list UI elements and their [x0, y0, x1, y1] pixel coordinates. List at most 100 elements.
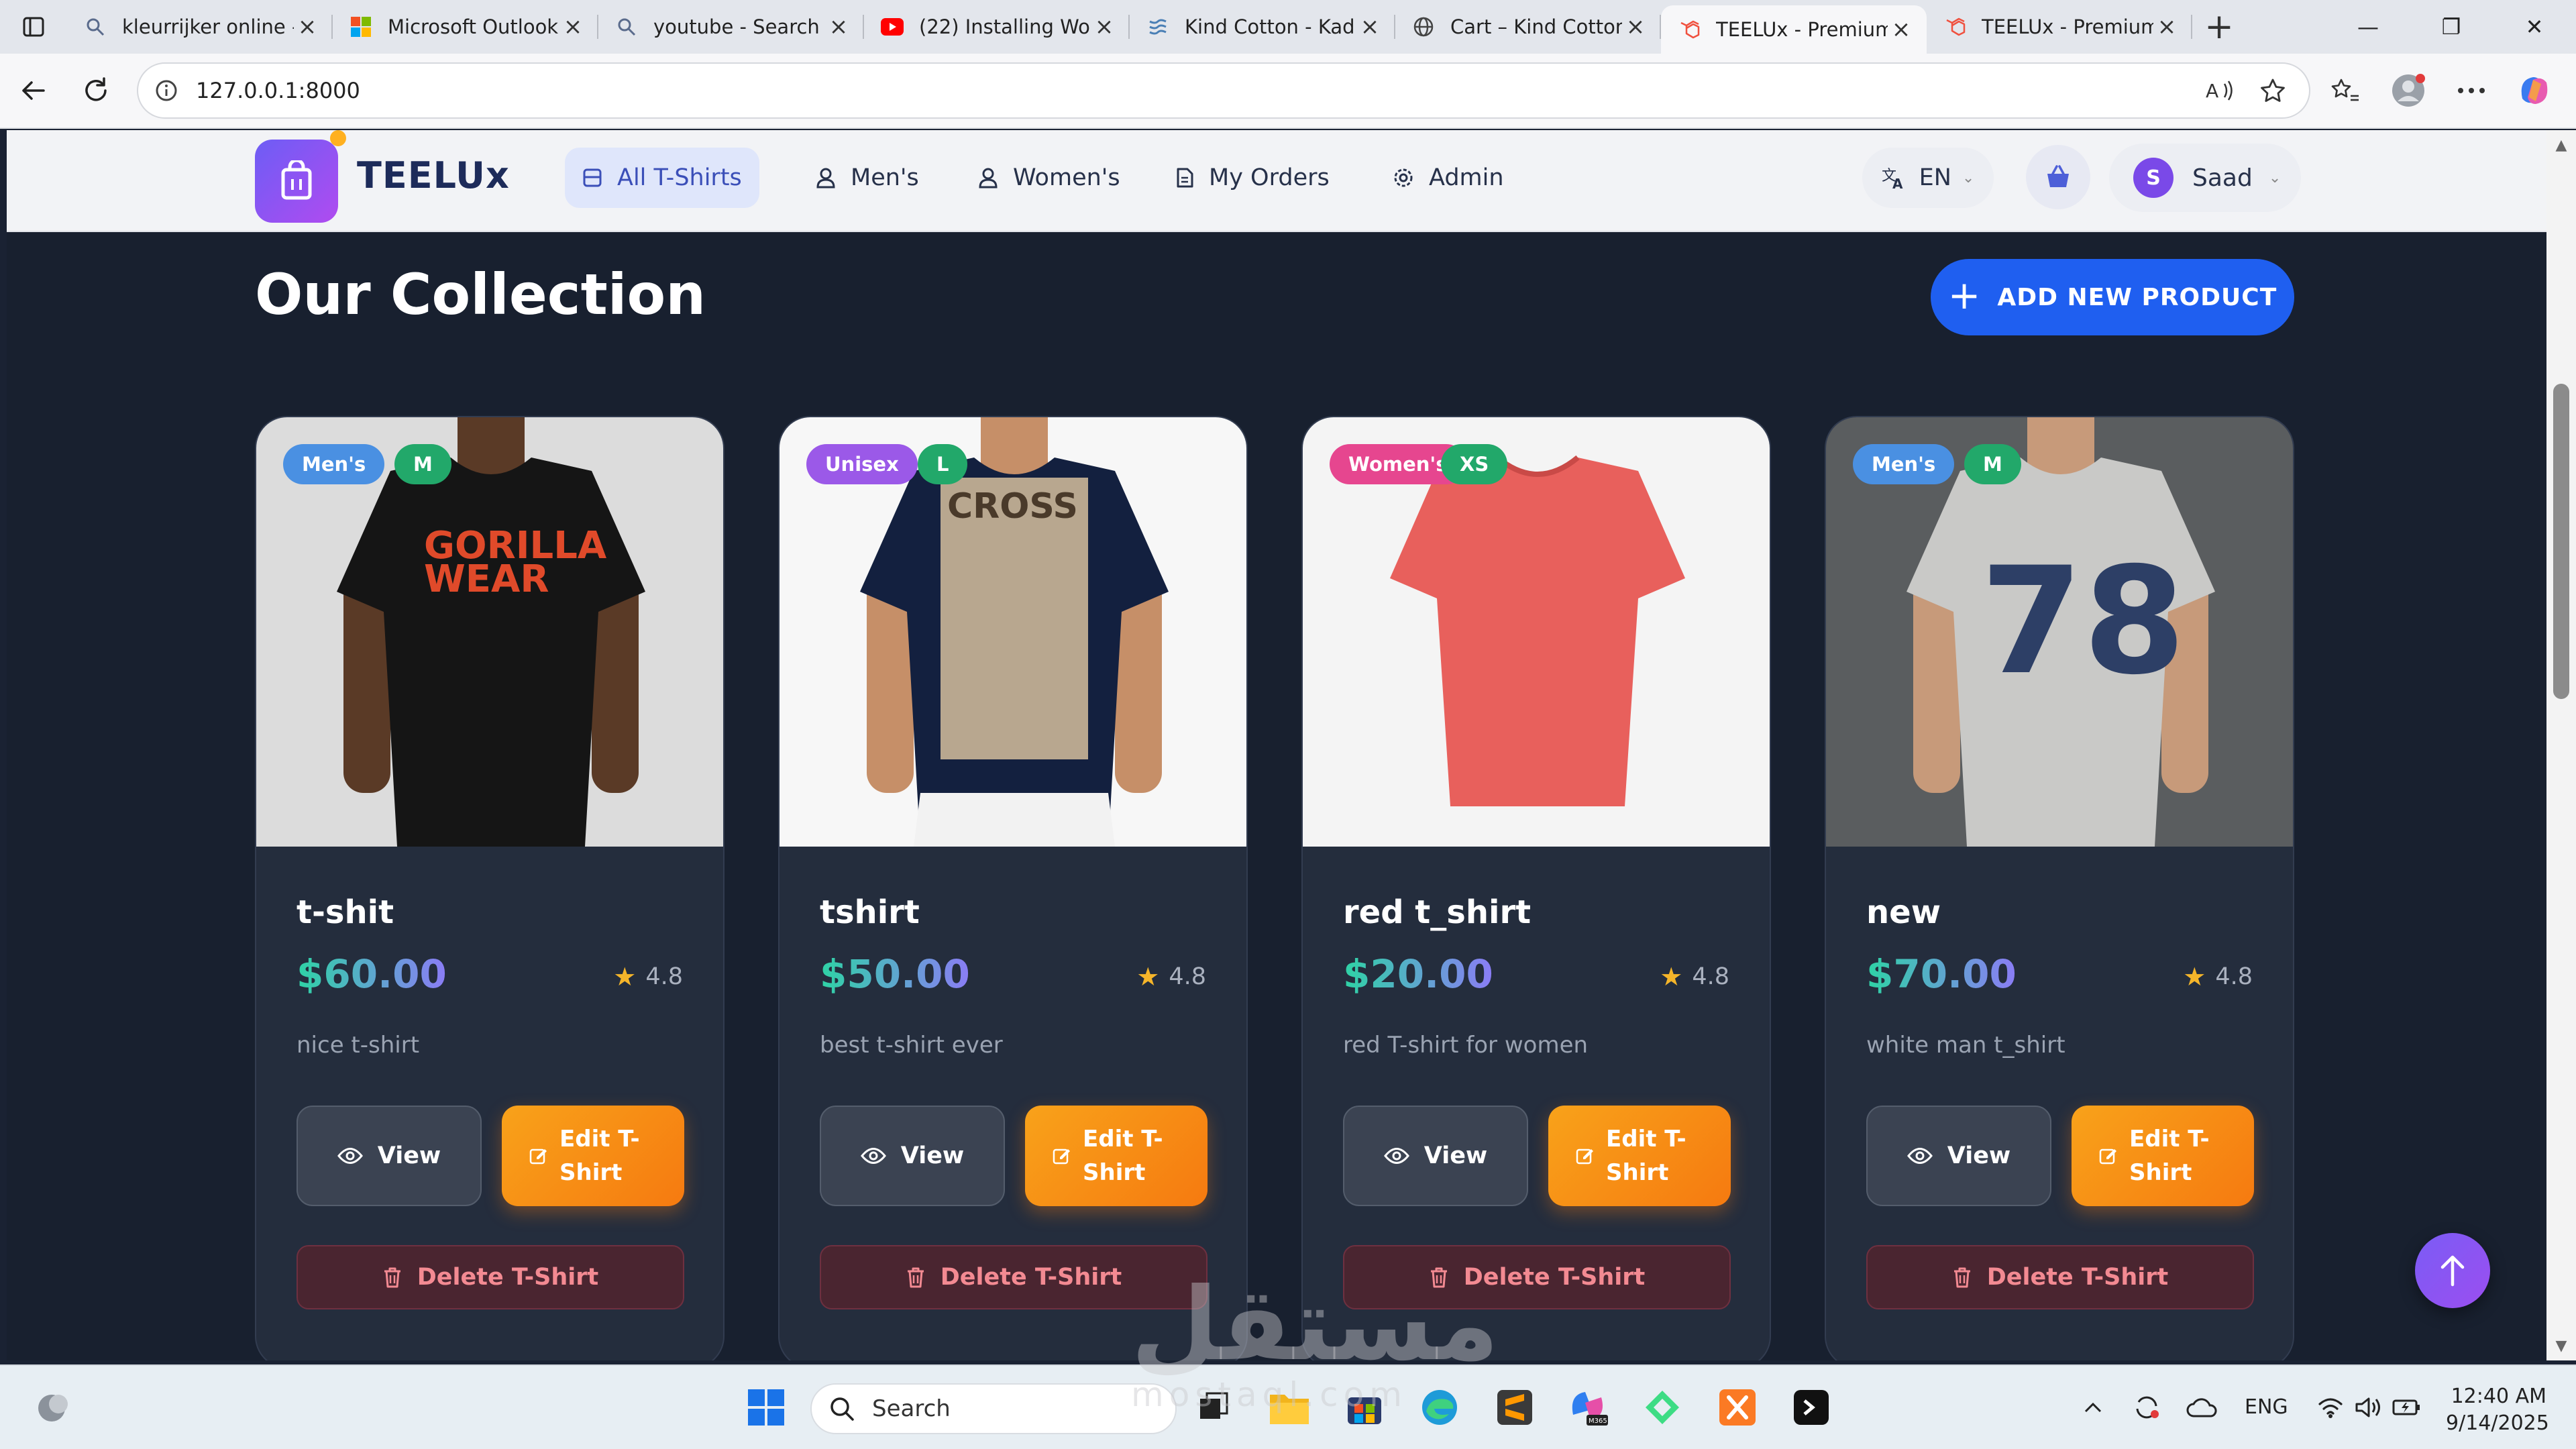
nav-mens-label: Men's — [851, 164, 919, 191]
xampp-app[interactable] — [1715, 1385, 1760, 1430]
onedrive-icon[interactable] — [2179, 1385, 2224, 1430]
copilot-button[interactable] — [2506, 62, 2563, 119]
scroll-up-arrow-icon[interactable]: ▲ — [2546, 130, 2576, 160]
system-clock[interactable]: 12:40 AM 9/14/2025 — [2446, 1383, 2549, 1437]
browser-tab[interactable]: TEELUx - Premium × — [1927, 0, 2192, 54]
close-tab-icon[interactable]: × — [1622, 13, 1649, 40]
address-bar[interactable]: 127.0.0.1:8000 A — [137, 62, 2310, 119]
minimize-button[interactable]: — — [2326, 0, 2410, 54]
cart-button[interactable] — [2026, 145, 2090, 209]
scroll-down-arrow-icon[interactable]: ▼ — [2546, 1331, 2576, 1360]
laravel-favicon-icon — [1946, 17, 1966, 36]
browser-tab[interactable]: Microsoft Outlook × — [333, 0, 598, 54]
edit-tshirt-button[interactable]: Edit T-Shirt — [502, 1106, 684, 1206]
scroll-to-top-button[interactable] — [2415, 1233, 2490, 1308]
close-tab-icon[interactable]: × — [1091, 13, 1118, 40]
scroll-thumb[interactable] — [2553, 384, 2569, 699]
tab-title: TEELUx - Premium — [1982, 15, 2153, 38]
terminal-icon — [1794, 1390, 1829, 1425]
edit-tshirt-button[interactable]: Edit T-Shirt — [2072, 1106, 2254, 1206]
nav-admin[interactable]: Admin — [1375, 148, 1521, 208]
delete-button-label: Delete T-Shirt — [417, 1264, 599, 1291]
product-price: $60.00 — [297, 951, 447, 997]
m365-copilot-app[interactable]: M365 — [1566, 1385, 1611, 1430]
more-dots-icon — [2458, 88, 2485, 93]
close-tab-icon[interactable]: × — [2153, 13, 2180, 40]
tab-favicon — [83, 15, 107, 39]
brand-logo[interactable] — [255, 140, 338, 223]
browser-tab[interactable]: Kind Cotton - Kad × — [1130, 0, 1395, 54]
android-studio-app[interactable] — [1640, 1385, 1685, 1430]
rating-value: 4.8 — [645, 963, 683, 990]
site-info-icon — [156, 80, 177, 101]
view-button[interactable]: View — [1866, 1106, 2051, 1206]
battery-icon[interactable] — [2384, 1385, 2430, 1430]
browser-tab[interactable]: (22) Installing Wor × — [864, 0, 1130, 54]
settings-more-button[interactable] — [2443, 62, 2500, 119]
restore-button[interactable]: ❐ — [2410, 0, 2493, 54]
product-description: nice t-shirt — [297, 1032, 420, 1059]
terminal-app[interactable] — [1788, 1385, 1834, 1430]
tab-actions-button[interactable] — [0, 0, 67, 54]
category-badge: Men's — [1853, 444, 1955, 484]
add-new-product-button[interactable]: + ADD NEW PRODUCT — [1931, 259, 2294, 335]
close-tab-icon[interactable]: × — [825, 13, 852, 40]
close-tab-icon[interactable]: × — [559, 13, 586, 40]
start-button[interactable] — [743, 1385, 789, 1430]
close-tab-icon[interactable]: × — [1888, 16, 1915, 43]
eye-icon — [1907, 1148, 1933, 1164]
browser-tab[interactable]: youtube - Search × — [598, 0, 864, 54]
tab-actions-icon — [23, 17, 44, 37]
weather-widget[interactable] — [31, 1385, 76, 1430]
sync-status-icon[interactable] — [2124, 1385, 2169, 1430]
edit-tshirt-button[interactable]: Edit T-Shirt — [1548, 1106, 1731, 1206]
back-button[interactable] — [3, 60, 63, 121]
close-tab-icon[interactable]: × — [294, 13, 321, 40]
nav-womens[interactable]: Women's — [961, 148, 1138, 208]
search-favicon-icon — [618, 18, 636, 36]
tab-favicon — [349, 15, 373, 39]
view-button[interactable]: View — [297, 1106, 482, 1206]
browser-tab[interactable]: kleurrijker online - × — [67, 0, 333, 54]
delete-button-label: Delete T-Shirt — [1986, 1264, 2169, 1291]
user-menu[interactable]: S Saad ⌄ — [2109, 144, 2301, 212]
add-new-product-label: ADD NEW PRODUCT — [1997, 283, 2277, 311]
refresh-button[interactable] — [66, 60, 126, 121]
delete-tshirt-button[interactable]: Delete T-Shirt — [1866, 1245, 2254, 1309]
edit-button-label: Edit T-Shirt — [559, 1126, 640, 1186]
nav-all-tshirts[interactable]: All T-Shirts — [565, 148, 759, 208]
new-tab-button[interactable]: + — [2192, 0, 2246, 54]
m365-icon: M365 — [1572, 1392, 1608, 1426]
browser-tab[interactable]: Cart – Kind Cotton × — [1395, 0, 1661, 54]
sublime-text-app[interactable] — [1492, 1385, 1538, 1430]
eye-icon — [337, 1148, 363, 1164]
favorites-button[interactable] — [2317, 62, 2373, 119]
close-window-button[interactable]: ✕ — [2493, 0, 2576, 54]
view-button[interactable]: View — [820, 1106, 1005, 1206]
profile-button[interactable] — [2380, 62, 2436, 119]
close-tab-icon[interactable]: × — [1356, 13, 1383, 40]
edit-tshirt-button[interactable]: Edit T-Shirt — [1025, 1106, 1208, 1206]
language-selector[interactable]: 文A EN ⌄ — [1862, 148, 1994, 208]
product-price: $70.00 — [1866, 951, 2017, 997]
brand-name[interactable]: TEELUx — [357, 154, 510, 197]
category-badge: Men's — [283, 444, 385, 484]
favorite-button[interactable] — [2253, 70, 2293, 111]
nav-my-orders[interactable]: My Orders — [1158, 148, 1347, 208]
view-button[interactable]: View — [1343, 1106, 1528, 1206]
nav-admin-label: Admin — [1429, 164, 1504, 191]
nav-mens[interactable]: Men's — [798, 148, 936, 208]
delete-tshirt-button[interactable]: Delete T-Shirt — [297, 1245, 684, 1309]
url-text[interactable]: 127.0.0.1:8000 — [196, 78, 2188, 103]
edit-button-label: Edit T-Shirt — [2129, 1126, 2210, 1186]
edge-browser-app[interactable] — [1417, 1385, 1462, 1430]
chevron-up-icon — [2084, 1402, 2102, 1413]
input-language[interactable]: ENG — [2245, 1395, 2288, 1419]
show-hidden-icons-button[interactable] — [2070, 1385, 2116, 1430]
taskbar-search[interactable]: Search — [810, 1383, 1177, 1434]
site-header: TEELUx All T-Shirts Men's Women's My Ord… — [7, 130, 2546, 232]
read-aloud-button[interactable]: A — [2200, 70, 2241, 111]
browser-tab[interactable]: TEELUx - Premium × — [1661, 5, 1927, 54]
page-scrollbar[interactable]: ▲ ▼ — [2546, 130, 2576, 1360]
size-badge: L — [918, 444, 968, 484]
